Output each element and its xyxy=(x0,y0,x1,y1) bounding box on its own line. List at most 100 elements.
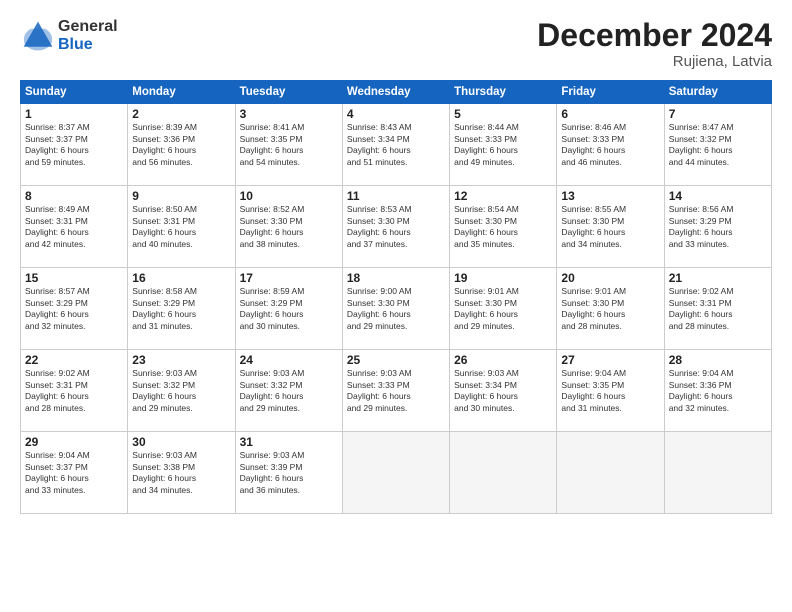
calendar-row-2: 8Sunrise: 8:49 AM Sunset: 3:31 PM Daylig… xyxy=(21,186,772,268)
logo-name: General Blue xyxy=(58,18,118,53)
day-info: Sunrise: 8:56 AM Sunset: 3:29 PM Dayligh… xyxy=(669,204,767,250)
weekday-header-row: Sunday Monday Tuesday Wednesday Thursday… xyxy=(21,81,772,104)
calendar-cell: 23Sunrise: 9:03 AM Sunset: 3:32 PM Dayli… xyxy=(128,350,235,432)
calendar-cell: 8Sunrise: 8:49 AM Sunset: 3:31 PM Daylig… xyxy=(21,186,128,268)
calendar-cell: 15Sunrise: 8:57 AM Sunset: 3:29 PM Dayli… xyxy=(21,268,128,350)
day-info: Sunrise: 8:39 AM Sunset: 3:36 PM Dayligh… xyxy=(132,122,230,168)
header-tuesday: Tuesday xyxy=(235,81,342,104)
calendar-row-4: 22Sunrise: 9:02 AM Sunset: 3:31 PM Dayli… xyxy=(21,350,772,432)
day-number: 19 xyxy=(454,271,552,285)
day-number: 29 xyxy=(25,435,123,449)
day-info: Sunrise: 9:04 AM Sunset: 3:37 PM Dayligh… xyxy=(25,450,123,496)
day-info: Sunrise: 8:53 AM Sunset: 3:30 PM Dayligh… xyxy=(347,204,445,250)
day-number: 12 xyxy=(454,189,552,203)
day-info: Sunrise: 8:49 AM Sunset: 3:31 PM Dayligh… xyxy=(25,204,123,250)
title-block: December 2024 Rujiena, Latvia xyxy=(537,18,772,70)
day-number: 25 xyxy=(347,353,445,367)
calendar-cell: 28Sunrise: 9:04 AM Sunset: 3:36 PM Dayli… xyxy=(664,350,771,432)
day-info: Sunrise: 8:46 AM Sunset: 3:33 PM Dayligh… xyxy=(561,122,659,168)
calendar-cell: 18Sunrise: 9:00 AM Sunset: 3:30 PM Dayli… xyxy=(342,268,449,350)
day-number: 1 xyxy=(25,107,123,121)
day-info: Sunrise: 8:50 AM Sunset: 3:31 PM Dayligh… xyxy=(132,204,230,250)
calendar-row-5: 29Sunrise: 9:04 AM Sunset: 3:37 PM Dayli… xyxy=(21,432,772,514)
day-info: Sunrise: 8:55 AM Sunset: 3:30 PM Dayligh… xyxy=(561,204,659,250)
calendar-row-1: 1Sunrise: 8:37 AM Sunset: 3:37 PM Daylig… xyxy=(21,104,772,186)
day-number: 28 xyxy=(669,353,767,367)
calendar-cell: 14Sunrise: 8:56 AM Sunset: 3:29 PM Dayli… xyxy=(664,186,771,268)
calendar-cell: 31Sunrise: 9:03 AM Sunset: 3:39 PM Dayli… xyxy=(235,432,342,514)
calendar-cell: 24Sunrise: 9:03 AM Sunset: 3:32 PM Dayli… xyxy=(235,350,342,432)
calendar-cell xyxy=(557,432,664,514)
day-info: Sunrise: 9:03 AM Sunset: 3:34 PM Dayligh… xyxy=(454,368,552,414)
calendar-cell: 21Sunrise: 9:02 AM Sunset: 3:31 PM Dayli… xyxy=(664,268,771,350)
day-number: 27 xyxy=(561,353,659,367)
day-number: 2 xyxy=(132,107,230,121)
day-info: Sunrise: 8:54 AM Sunset: 3:30 PM Dayligh… xyxy=(454,204,552,250)
calendar-cell: 7Sunrise: 8:47 AM Sunset: 3:32 PM Daylig… xyxy=(664,104,771,186)
calendar-cell: 12Sunrise: 8:54 AM Sunset: 3:30 PM Dayli… xyxy=(450,186,557,268)
calendar-cell: 25Sunrise: 9:03 AM Sunset: 3:33 PM Dayli… xyxy=(342,350,449,432)
day-number: 20 xyxy=(561,271,659,285)
day-number: 31 xyxy=(240,435,338,449)
day-number: 5 xyxy=(454,107,552,121)
day-info: Sunrise: 9:03 AM Sunset: 3:32 PM Dayligh… xyxy=(132,368,230,414)
day-number: 30 xyxy=(132,435,230,449)
day-number: 16 xyxy=(132,271,230,285)
day-info: Sunrise: 9:01 AM Sunset: 3:30 PM Dayligh… xyxy=(454,286,552,332)
day-info: Sunrise: 8:57 AM Sunset: 3:29 PM Dayligh… xyxy=(25,286,123,332)
header-thursday: Thursday xyxy=(450,81,557,104)
day-number: 10 xyxy=(240,189,338,203)
calendar-cell: 5Sunrise: 8:44 AM Sunset: 3:33 PM Daylig… xyxy=(450,104,557,186)
day-info: Sunrise: 9:03 AM Sunset: 3:32 PM Dayligh… xyxy=(240,368,338,414)
calendar-cell: 3Sunrise: 8:41 AM Sunset: 3:35 PM Daylig… xyxy=(235,104,342,186)
calendar-cell: 19Sunrise: 9:01 AM Sunset: 3:30 PM Dayli… xyxy=(450,268,557,350)
day-info: Sunrise: 8:52 AM Sunset: 3:30 PM Dayligh… xyxy=(240,204,338,250)
day-number: 17 xyxy=(240,271,338,285)
calendar-cell: 22Sunrise: 9:02 AM Sunset: 3:31 PM Dayli… xyxy=(21,350,128,432)
header-saturday: Saturday xyxy=(664,81,771,104)
calendar-cell: 17Sunrise: 8:59 AM Sunset: 3:29 PM Dayli… xyxy=(235,268,342,350)
header-monday: Monday xyxy=(128,81,235,104)
day-number: 13 xyxy=(561,189,659,203)
day-info: Sunrise: 9:02 AM Sunset: 3:31 PM Dayligh… xyxy=(25,368,123,414)
day-info: Sunrise: 9:02 AM Sunset: 3:31 PM Dayligh… xyxy=(669,286,767,332)
day-info: Sunrise: 8:47 AM Sunset: 3:32 PM Dayligh… xyxy=(669,122,767,168)
logo-icon xyxy=(20,18,56,54)
day-number: 6 xyxy=(561,107,659,121)
day-info: Sunrise: 9:03 AM Sunset: 3:33 PM Dayligh… xyxy=(347,368,445,414)
calendar-cell: 11Sunrise: 8:53 AM Sunset: 3:30 PM Dayli… xyxy=(342,186,449,268)
logo-general: General xyxy=(58,18,118,36)
month-title: December 2024 xyxy=(537,18,772,53)
day-info: Sunrise: 9:01 AM Sunset: 3:30 PM Dayligh… xyxy=(561,286,659,332)
day-info: Sunrise: 9:03 AM Sunset: 3:38 PM Dayligh… xyxy=(132,450,230,496)
calendar-cell: 10Sunrise: 8:52 AM Sunset: 3:30 PM Dayli… xyxy=(235,186,342,268)
header-wednesday: Wednesday xyxy=(342,81,449,104)
calendar-cell: 2Sunrise: 8:39 AM Sunset: 3:36 PM Daylig… xyxy=(128,104,235,186)
day-number: 21 xyxy=(669,271,767,285)
logo-blue: Blue xyxy=(58,36,118,54)
calendar-cell: 29Sunrise: 9:04 AM Sunset: 3:37 PM Dayli… xyxy=(21,432,128,514)
header: General Blue December 2024 Rujiena, Latv… xyxy=(20,18,772,70)
day-number: 7 xyxy=(669,107,767,121)
calendar-cell: 13Sunrise: 8:55 AM Sunset: 3:30 PM Dayli… xyxy=(557,186,664,268)
page: General Blue December 2024 Rujiena, Latv… xyxy=(0,0,792,612)
day-info: Sunrise: 8:41 AM Sunset: 3:35 PM Dayligh… xyxy=(240,122,338,168)
day-number: 23 xyxy=(132,353,230,367)
calendar-cell: 20Sunrise: 9:01 AM Sunset: 3:30 PM Dayli… xyxy=(557,268,664,350)
day-number: 22 xyxy=(25,353,123,367)
day-number: 15 xyxy=(25,271,123,285)
calendar: Sunday Monday Tuesday Wednesday Thursday… xyxy=(20,80,772,514)
calendar-row-3: 15Sunrise: 8:57 AM Sunset: 3:29 PM Dayli… xyxy=(21,268,772,350)
calendar-cell xyxy=(664,432,771,514)
day-info: Sunrise: 8:37 AM Sunset: 3:37 PM Dayligh… xyxy=(25,122,123,168)
calendar-cell: 16Sunrise: 8:58 AM Sunset: 3:29 PM Dayli… xyxy=(128,268,235,350)
calendar-cell: 26Sunrise: 9:03 AM Sunset: 3:34 PM Dayli… xyxy=(450,350,557,432)
day-number: 8 xyxy=(25,189,123,203)
day-info: Sunrise: 9:04 AM Sunset: 3:35 PM Dayligh… xyxy=(561,368,659,414)
day-number: 9 xyxy=(132,189,230,203)
calendar-cell: 4Sunrise: 8:43 AM Sunset: 3:34 PM Daylig… xyxy=(342,104,449,186)
calendar-cell: 30Sunrise: 9:03 AM Sunset: 3:38 PM Dayli… xyxy=(128,432,235,514)
day-info: Sunrise: 8:44 AM Sunset: 3:33 PM Dayligh… xyxy=(454,122,552,168)
calendar-cell: 27Sunrise: 9:04 AM Sunset: 3:35 PM Dayli… xyxy=(557,350,664,432)
day-number: 3 xyxy=(240,107,338,121)
